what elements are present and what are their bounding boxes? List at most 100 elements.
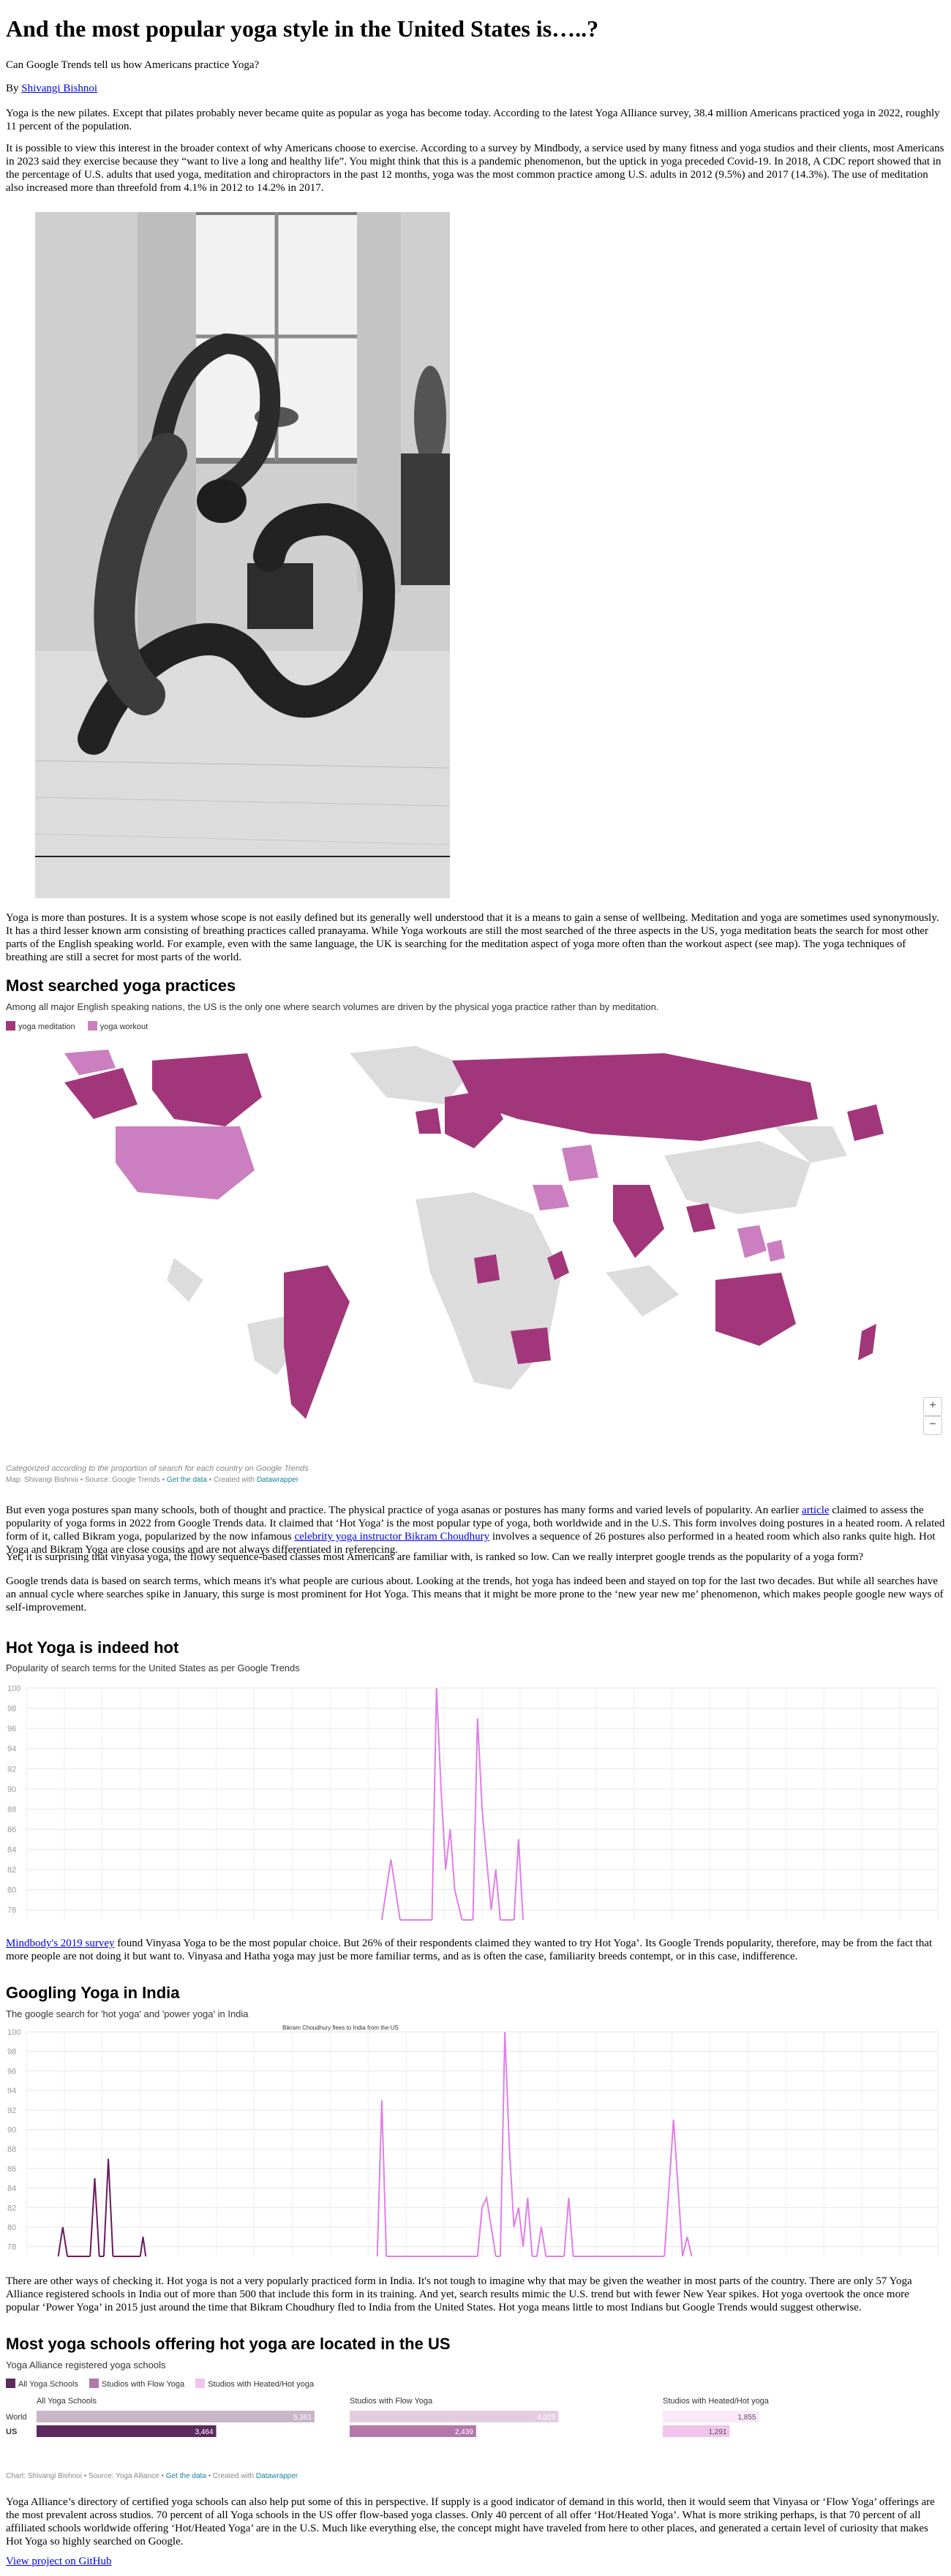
github-line: View project on GitHub: [6, 2555, 945, 2568]
series-line-1: [499, 2031, 533, 2257]
y-tick-label: 92: [7, 1765, 16, 1774]
bar-value-label: 3,464: [195, 2428, 214, 2436]
paragraph-intro: Yoga is the new pilates. Except that pil…: [6, 108, 940, 132]
india-chart: 78 80 82 84 86 88 90 92 94 96 98 100 Bikram Choudhu…: [6, 2025, 945, 2262]
legend-item-hot: Studios with Heated/Hot yoga: [195, 2379, 315, 2389]
y-tick-label: 100: [7, 2028, 20, 2037]
paragraph-mindbody: Mindbody's 2019 survey found Vinyasa Yog…: [6, 1937, 945, 1963]
map-datawrapper-link[interactable]: Datawrapper: [257, 1476, 298, 1484]
y-tick-label: 88: [7, 1805, 16, 1814]
paragraph-google-trends: Google trends data is based on search te…: [6, 1575, 944, 1613]
y-tick-label: 80: [7, 1886, 16, 1895]
para7-text: found Vinyasa Yoga to be the most popula…: [6, 1937, 933, 1962]
legend-item-meditation: yoga meditation: [6, 1021, 75, 1031]
article-title: And the most popular yoga style in the U…: [6, 15, 599, 42]
y-tick-label: 94: [7, 1745, 16, 1754]
column-header: Studios with Heated/Hot yoga: [663, 2397, 770, 2406]
y-tick-label: 92: [7, 2106, 16, 2115]
world-map[interactable]: + −: [6, 1039, 945, 1455]
bar: [37, 2425, 217, 2437]
y-tick-label: 94: [7, 2087, 16, 2095]
github-link[interactable]: View project on GitHub: [6, 2556, 112, 2567]
para4-text-a: But even yoga postures span many schools…: [6, 1504, 802, 1516]
yoga-pose-photo: [35, 212, 450, 898]
schools-description: Yoga Alliance registered yoga schools: [6, 2360, 166, 2370]
y-tick-label: 96: [7, 2067, 16, 2076]
legend-label-hot: Studios with Heated/Hot yoga: [208, 2380, 315, 2389]
map-heading: Most searched yoga practices: [6, 976, 236, 995]
schools-datawrapper-link[interactable]: Datawrapper: [256, 2472, 298, 2480]
legend-label-all-schools: All Yoga Schools: [18, 2380, 78, 2389]
hot-yoga-heading: Hot Yoga is indeed hot: [6, 1638, 179, 1657]
earlier-article-link[interactable]: article: [802, 1504, 829, 1516]
y-tick-label: 90: [7, 2125, 16, 2134]
map-credit-prefix: Map: Shivangi Bishnoi • Source: Google T…: [6, 1476, 167, 1484]
map-get-data-link[interactable]: Get the data: [167, 1476, 207, 1484]
y-tick-label: 98: [7, 1705, 16, 1714]
india-description: The google search for 'hot yoga' and 'po…: [6, 2008, 249, 2019]
series-line-0: [57, 2226, 69, 2257]
hot-yoga-chart: 78 80 82 84 86 88 90 92 94 96 98 100: [6, 1681, 945, 1926]
legend-swatch-meditation: [6, 1021, 15, 1031]
legend-swatch-workout: [87, 1021, 97, 1031]
schools-credit-mid: • Created with: [206, 2472, 256, 2480]
map-caption: Categorized according to the proportion …: [6, 1464, 309, 1474]
india-heading: Googling Yoga in India: [6, 1984, 180, 2002]
column-header: All Yoga Schools: [37, 2397, 97, 2406]
article-subtitle: Can Google Trends tell us how Americans …: [6, 59, 260, 71]
column-header: Studios with Flow Yoga: [350, 2397, 433, 2406]
schools-legend: All Yoga Schools Studios with Flow Yoga …: [6, 2379, 314, 2389]
schools-get-data-link[interactable]: Get the data: [166, 2472, 206, 2480]
bar-value-label: 4,025: [537, 2414, 555, 2422]
legend-label-meditation: yoga meditation: [18, 1023, 75, 1031]
author-link[interactable]: Shivangi Bishnoi: [21, 83, 97, 94]
y-tick-label: 86: [7, 2165, 16, 2174]
schools-chart: All Yoga Schools Studios with Flow Yoga St…: [6, 2396, 945, 2440]
legend-item-flow: Studios with Flow Yoga: [89, 2379, 185, 2389]
legend-swatch-flow: [89, 2379, 99, 2388]
bar: [37, 2411, 315, 2422]
legend-label-workout: yoga workout: [99, 1023, 149, 1031]
map-zoom-out-button[interactable]: −: [923, 1416, 942, 1435]
y-tick-label: 84: [7, 1846, 16, 1855]
series-line-0: [89, 2178, 100, 2257]
series-line-0: [431, 1687, 463, 1921]
y-tick-label: 82: [7, 2204, 16, 2212]
series-line-0: [513, 1839, 525, 1921]
paragraph-vinyasa: Yet, it is surprising that vinyasa yoga,…: [6, 1551, 864, 1563]
schools-credit: Chart: Shivangi Bishnoi • Source: Yoga A…: [6, 2472, 298, 2481]
byline-prefix: By: [6, 83, 22, 94]
bar-value-label: 5,361: [293, 2414, 312, 2422]
byline: By Shivangi Bishnoi: [6, 82, 945, 95]
map-zoom-in-button[interactable]: +: [923, 1397, 942, 1416]
series-line-1: [376, 2100, 388, 2257]
row-label: World: [6, 2413, 27, 2422]
map-caption-text: Categorized according to the proportion …: [6, 1464, 309, 1473]
map-legend: yoga meditation yoga workout: [6, 1021, 148, 1032]
y-tick-label: 88: [7, 2145, 16, 2154]
y-tick-label: 78: [7, 2243, 16, 2252]
india-annotation: Bikram Choudhury flees to India from the…: [282, 2025, 399, 2031]
schools-heading: Most yoga schools offering hot yoga are …: [6, 2335, 451, 2353]
y-tick-label: 84: [7, 2185, 16, 2193]
paragraph-yoga-forms: But even yoga postures span many schools…: [6, 1504, 945, 1556]
bar-value-label: 1,855: [737, 2414, 756, 2422]
legend-swatch-all-schools: [6, 2379, 15, 2388]
bikram-choudhury-link[interactable]: celebrity yoga instructor Bikram Choudhu…: [294, 1531, 489, 1543]
legend-swatch-hot: [195, 2379, 206, 2388]
y-tick-label: 78: [7, 1906, 16, 1915]
y-tick-label: 82: [7, 1866, 16, 1875]
paragraph-context: It is possible to view this interest in …: [6, 143, 944, 194]
paragraph-beyond-postures: Yoga is more than postures. It is a syst…: [6, 912, 939, 963]
y-tick-label: 80: [7, 2223, 16, 2232]
bar-value-label: 2,439: [455, 2428, 473, 2436]
bar: [350, 2411, 559, 2422]
paragraph-yoga-alliance: Yoga Alliance’s directory of certified y…: [6, 2496, 935, 2547]
y-tick-label: 98: [7, 2048, 16, 2057]
bar-value-label: 1,291: [708, 2428, 726, 2436]
row-label: US: [6, 2428, 17, 2436]
hot-yoga-description: Popularity of search terms for the Unite…: [6, 1662, 300, 1673]
legend-label-flow: Studios with Flow Yoga: [102, 2380, 185, 2389]
paragraph-india: There are other ways of checking it. Hot…: [6, 2275, 912, 2313]
mindbody-survey-link[interactable]: Mindbody's 2019 survey: [6, 1937, 115, 1949]
